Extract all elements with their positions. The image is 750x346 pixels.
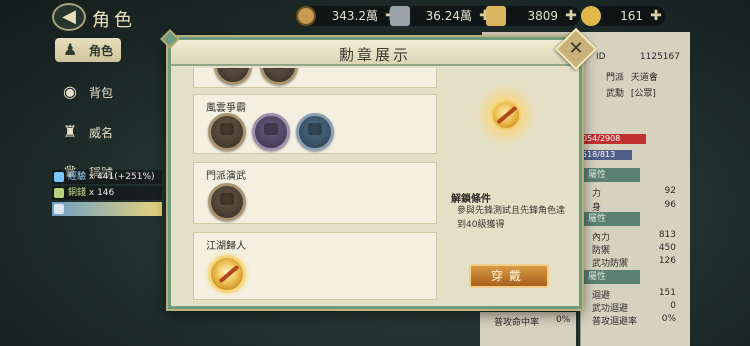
extra-icon [54,204,64,214]
back-button[interactable]: ◀ [52,3,86,31]
medal-gold-icon[interactable] [208,255,246,293]
medal-category-partial [193,68,437,88]
medal-purple-icon[interactable] [252,113,290,151]
add-ingot-button[interactable]: ✚ [649,9,663,23]
add-tael-button[interactable]: ✚ [564,9,578,23]
mp-bar: 518/813 [580,150,632,160]
unlock-text: 參與先鋒測試且先鋒角色達到40級獲得 [457,206,566,230]
stats-section-2: 屬性 [580,212,640,226]
id-row: ID 1125167 [596,52,680,62]
stat-row: 普攻迴避率 0% [592,314,676,327]
top-bar: ◀ 角色 343.2萬 ✚ 36.24萬 ✚ 3809 ✚ 161 ✚ [0,0,750,34]
stats-section-1: 屬性 [580,168,640,182]
close-icon: ✕ [568,38,584,59]
stat-row: 迴避 151 [592,288,676,301]
bottom-stats: 普攻命中率 0% [480,312,576,346]
medal-blue-icon[interactable] [296,113,334,151]
bag-icon: ◉ [63,82,77,101]
coin-icon [296,6,316,26]
character-icon: ♟ [63,40,78,59]
stat-row: 武功防禦 126 [592,256,676,269]
reward-list: 經驗 x 441(+251%) 銅錢 x 146 [52,170,162,218]
reward-extra [52,202,162,216]
selected-medal-icon [475,84,537,146]
dialog-title: 勳章展示 [338,46,411,64]
hp-bar: 054/2908 [580,134,646,144]
resource-silver: 36.24萬 ✚ [390,6,494,26]
medal-bronze-icon[interactable] [208,183,246,221]
ingot-icon [581,6,601,26]
faction-row: 門派 天道會 [606,73,658,83]
medal-list[interactable]: 風雲爭霸 門派演武 江湖歸人 [185,68,441,304]
medal-category: 風雲爭霸 [193,94,437,154]
tab-character[interactable]: ♟ 角色 [55,38,121,62]
reward-copper: 銅錢 x 146 [52,186,162,200]
reward-exp: 經驗 x 441(+251%) [52,170,162,184]
medal-category: 江湖歸人 [193,232,437,300]
medal-icon[interactable] [260,68,298,85]
tab-bag[interactable]: ◉ 背包 [55,78,125,118]
stats-section-3: 屬性 [580,270,640,284]
resource-tael: 3809 ✚ [486,6,580,26]
stat-row: 防禦 450 [592,243,676,256]
resource-coin: 343.2萬 ✚ [296,6,400,26]
silver-icon [390,6,410,26]
copper-icon [54,188,64,198]
prestige-icon: ♜ [63,122,78,141]
tab-prestige[interactable]: ♜ 威名 [55,118,125,158]
resource-ingot: 161 ✚ [581,6,665,26]
medal-category: 門派演武 [193,162,437,224]
tael-icon [486,6,506,26]
medal-icon[interactable] [214,68,252,85]
martial-row: 武勳 [公眾] [606,89,656,99]
stat-row: 武功迴避 0 [592,301,676,314]
medal-bronze-icon[interactable] [208,113,246,151]
window-title: 角色 [92,10,136,31]
unlock-title: 解鎖條件 [451,194,491,205]
stat-row: 力 92 [592,186,676,199]
equip-button[interactable]: 穿戴 [469,264,549,288]
exp-icon [54,172,64,182]
stat-row: 內力 813 [592,230,676,243]
medal-dialog: 勳章展示 ✕ 風雲爭霸 門派演武 江湖歸人 解鎖條件 參與先鋒測試且先鋒角色達到… [160,27,598,309]
dialog-header: 勳章展示 [171,40,579,66]
